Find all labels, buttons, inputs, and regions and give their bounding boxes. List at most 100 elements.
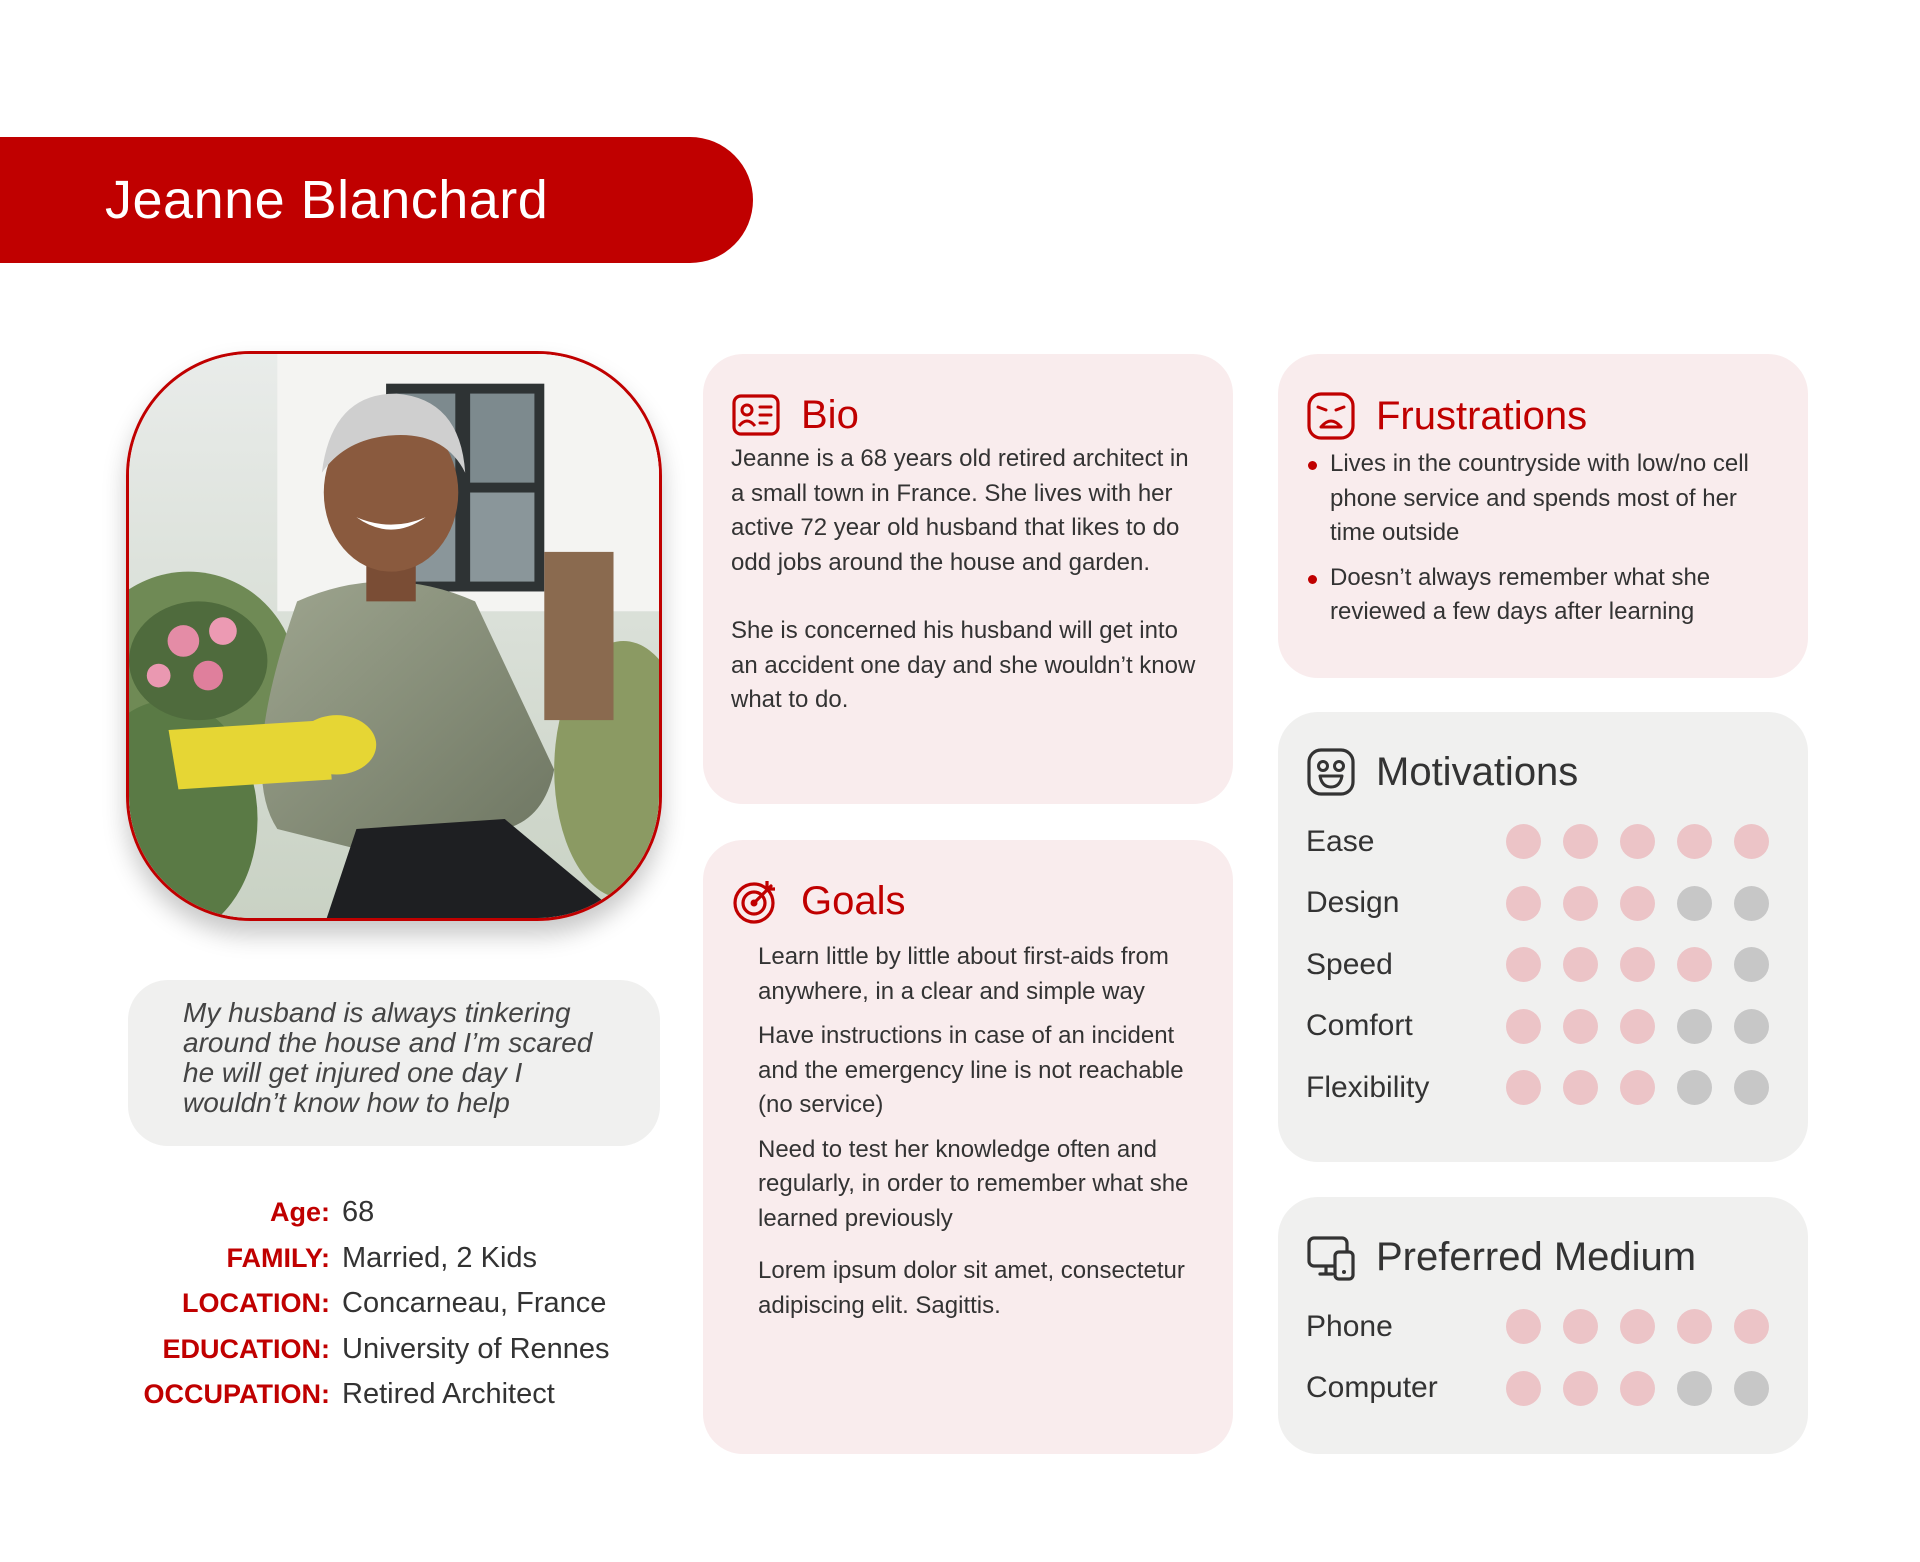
rating-dot-filled [1506,1070,1541,1106]
fact-label: EDUCATION: [162,1333,330,1364]
frustrations-card: Frustrations Lives in the countryside wi… [1278,354,1808,678]
frustrations-list: Lives in the countryside with low/no cel… [1306,447,1778,630]
rating-row: Phone [1306,1296,1778,1358]
goal-item: Have instructions in case of an incident… [758,1022,1184,1118]
fact-family: FAMILY: Married, 2 Kids [100,1236,660,1282]
rating-dot-empty [1677,1070,1712,1106]
frustrations-header: Frustrations [1306,391,1778,441]
motivations-list: Ease Design Speed Comfort Flexibility [1306,811,1778,1119]
frustrated-face-icon [1307,392,1355,440]
fact-value: 68 [342,1196,375,1229]
frustration-item: Lives in the countryside with low/no cel… [1306,447,1778,551]
fact-label: Age: [270,1197,330,1228]
rating-dots [1506,1008,1769,1044]
bio-paragraph: Jeanne is a 68 years old retired archite… [731,445,1189,576]
rating-dot-empty [1677,885,1712,921]
goals-title: Goals [801,878,906,923]
quote-text: My husband is always tinkering around th… [183,997,593,1118]
rating-dots [1506,1309,1769,1345]
bio-card: Bio Jeanne is a 68 years old retired arc… [703,354,1233,804]
fact-occupation: OCCUPATION: Retired Architect [100,1372,660,1418]
bio-title: Bio [801,392,859,437]
rating-dots [1506,824,1769,860]
rating-dots [1506,885,1769,921]
bullet-icon [1308,574,1317,584]
rating-dot-filled [1563,824,1598,860]
fact-label: LOCATION: [182,1288,330,1319]
fact-value: Married, 2 Kids [342,1241,538,1274]
rating-dots [1506,1070,1769,1106]
fact-age: Age: 68 [100,1190,660,1236]
rating-dot-filled [1620,1008,1655,1044]
preferred-medium-list: Phone Computer [1306,1296,1778,1419]
rating-dot-empty [1734,1070,1769,1106]
fact-education: EDUCATION: University of Rennes [100,1327,660,1373]
rating-dot-filled [1620,1370,1655,1406]
rating-dot-filled [1620,885,1655,921]
rating-dot-filled [1734,1309,1769,1345]
motivations-header: Motivations [1306,747,1778,797]
rating-label: Comfort [1306,1009,1413,1043]
rating-label: Computer [1306,1371,1438,1405]
rating-dot-filled [1563,1309,1598,1345]
rating-dot-filled [1506,885,1541,921]
rating-dot-empty [1734,947,1769,983]
bullet-icon [1308,461,1317,470]
rating-dot-filled [1563,947,1598,983]
rating-row: Flexibility [1306,1057,1778,1119]
preferred-medium-header: Preferred Medium [1306,1232,1778,1282]
rating-dot-filled [1677,824,1712,860]
fact-location: LOCATION: Concarneau, France [100,1281,660,1327]
rating-dot-filled [1677,947,1712,983]
rating-dot-filled [1563,885,1598,921]
rating-label: Design [1306,886,1400,920]
rating-dot-filled [1620,1070,1655,1106]
rating-dot-filled [1506,1008,1541,1044]
goal-note: Lorem ipsum dolor sit amet, consectetur … [758,1257,1185,1319]
title-banner: Jeanne Blanchard [0,137,753,263]
goals-list: Learn little by little about first-aids … [731,940,1213,1323]
rating-row: Design [1306,873,1778,935]
rating-row: Computer [1306,1358,1778,1420]
rating-dot-empty [1734,885,1769,921]
persona-photo [126,351,662,921]
rating-row: Comfort [1306,996,1778,1058]
rating-dots [1506,1370,1769,1406]
rating-dot-filled [1563,1008,1598,1044]
fact-value: University of Rennes [342,1332,610,1365]
rating-dot-empty [1677,1370,1712,1406]
bio-paragraph: She is concerned his husband will get in… [731,617,1196,713]
persona-facts: Age: 68 FAMILY: Married, 2 Kids LOCATION… [100,1190,660,1418]
rating-dot-empty [1677,1008,1712,1044]
motivations-title: Motivations [1376,749,1579,794]
rating-label: Ease [1306,824,1375,858]
rating-dot-filled [1563,1370,1598,1406]
frustration-text: Lives in the countryside with low/no cel… [1330,450,1749,546]
goal-item: Need to test her knowledge often and reg… [758,1135,1189,1232]
target-icon [733,881,775,924]
rating-dot-filled [1620,1309,1655,1345]
persona-name: Jeanne Blanchard [105,170,549,230]
rating-dot-filled [1563,1070,1598,1106]
fact-label: FAMILY: [226,1242,330,1273]
rating-dot-empty [1734,1370,1769,1406]
rating-label: Flexibility [1306,1070,1430,1104]
rating-label: Phone [1306,1309,1393,1343]
persona-quote: My husband is always tinkering around th… [128,980,660,1146]
id-card-icon [732,394,780,436]
happy-face-icon [1307,748,1355,796]
rating-label: Speed [1306,947,1393,981]
fact-value: Concarneau, France [342,1287,607,1320]
fact-value: Retired Architect [342,1378,555,1411]
rating-dot-filled [1506,947,1541,983]
rating-row: Ease [1306,811,1778,873]
motivations-card: Motivations Ease Design Speed Comfort Flexib… [1278,712,1808,1162]
rating-dot-filled [1620,824,1655,860]
rating-dot-filled [1734,824,1769,860]
rating-dots [1506,947,1769,983]
rating-dot-empty [1734,1008,1769,1044]
preferred-medium-title: Preferred Medium [1376,1234,1697,1279]
frustrations-title: Frustrations [1376,393,1588,438]
goal-item: Learn little by little about first-aids … [758,943,1169,1005]
rating-dot-filled [1677,1309,1712,1345]
